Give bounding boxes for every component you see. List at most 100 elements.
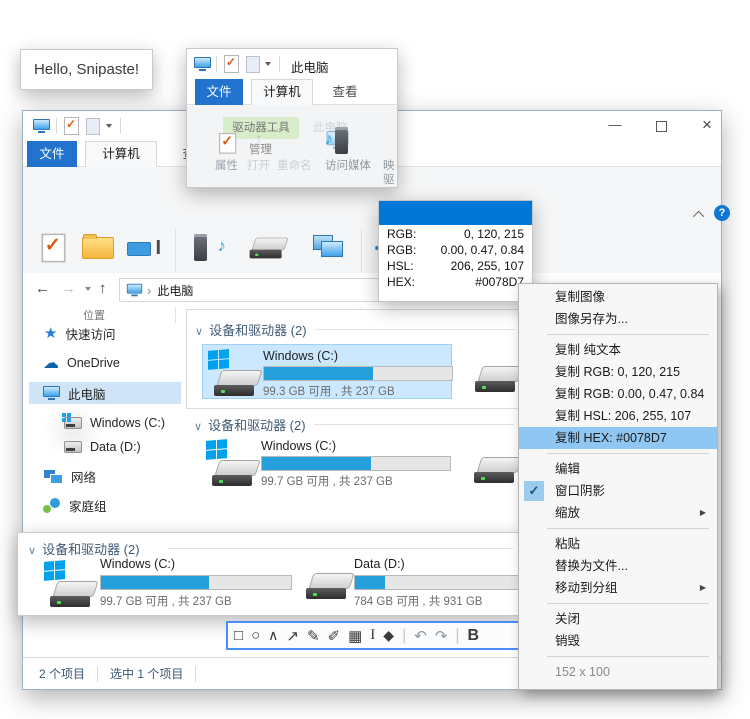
sidebar-item-onedrive[interactable]: ☁ OneDrive	[23, 352, 187, 374]
menu-separator	[547, 453, 709, 454]
back-icon[interactable]: ←	[35, 280, 50, 297]
menu-item-copy-plain-text[interactable]: 复制 纯文本	[519, 339, 717, 361]
ghost-open-label: 打开	[247, 157, 270, 173]
checkmark-icon: ✓	[524, 481, 544, 501]
menu-item-window-shadow[interactable]: ✓窗口阴影	[519, 480, 717, 502]
drive-tile-data-d[interactable]: Data (D:) 784 GB 可用 , 共 931 GB	[302, 555, 523, 613]
drive-usage-bar	[354, 575, 523, 590]
minimize-button[interactable]: —	[599, 111, 631, 141]
ghost-properties-label: 属性	[215, 157, 238, 173]
properties-qat-icon	[224, 55, 239, 78]
sidebar-label: Windows (C:)	[90, 416, 165, 430]
menu-item-copy-hsl[interactable]: 复制 HSL: 206, 255, 107	[519, 405, 717, 427]
menu-item-edit[interactable]: 编辑	[519, 458, 717, 480]
color-rows: RGB:0, 120, 215 RGB:0.00, 0.47, 0.84 HSL…	[379, 226, 532, 300]
menu-separator	[547, 656, 709, 657]
collapse-chevron-icon: ∨	[28, 545, 36, 557]
sidebar-item-data-d[interactable]: Data (D:)	[23, 436, 187, 458]
redo-icon[interactable]: ↷	[435, 627, 448, 645]
status-divider-2	[195, 666, 196, 682]
menu-item-destroy[interactable]: 销毁	[519, 630, 717, 652]
top-snip-window[interactable]: 此电脑 文件 计算机 查看 驱动器工具 管理 此电脑 ↑ 属性 打开 重命名 ♪…	[186, 48, 398, 188]
sidebar-item-homegroup[interactable]: 家庭组	[23, 494, 187, 516]
section-rule	[315, 329, 515, 330]
tab-file[interactable]: 文件	[27, 141, 77, 167]
help-icon[interactable]: ?	[714, 205, 730, 221]
sidebar-item-network[interactable]: 网络	[23, 465, 187, 487]
mosaic-tool-icon[interactable]: ▦	[348, 627, 362, 645]
menu-item-copy-hex[interactable]: 复制 HEX: #0078D7	[519, 427, 717, 449]
menu-separator	[547, 528, 709, 529]
toolbar-divider-2: |	[455, 627, 459, 645]
bottom-snip-window[interactable]: ∨设备和驱动器 (2) Windows (C:) 99.7 GB 可用 , 共 …	[17, 532, 524, 616]
sidebar-label: 快速访问	[65, 324, 115, 343]
section-header[interactable]: ∨设备和驱动器 (2)	[194, 415, 306, 434]
marker-tool-icon[interactable]: ✐	[328, 627, 341, 645]
sidebar-item-quick-access[interactable]: ★ 快速访问	[23, 322, 187, 344]
arrow-tool-icon[interactable]: ↗	[286, 627, 299, 645]
eraser-tool-icon[interactable]: ◆	[383, 627, 394, 644]
data-drive-icon	[475, 366, 521, 392]
sidebar-item-windows-c[interactable]: Windows (C:)	[23, 412, 187, 434]
menu-item-copy-rgb-float[interactable]: 复制 RGB: 0.00, 0.47, 0.84	[519, 383, 717, 405]
drive-tile-windows-c[interactable]: Windows (C:) 99.7 GB 可用 , 共 237 GB	[201, 435, 451, 490]
sidebar-label: OneDrive	[67, 356, 120, 370]
status-divider	[97, 666, 98, 682]
rename-icon: I	[127, 236, 163, 260]
up-icon[interactable]: ↑	[99, 280, 107, 297]
close-button[interactable]: ×	[691, 111, 723, 141]
submenu-arrow-icon: ▶	[700, 502, 706, 524]
hello-snip[interactable]: Hello, Snipaste!	[20, 49, 153, 90]
qat-divider	[56, 118, 57, 134]
color-row-rgb: RGB:0, 120, 215	[379, 226, 532, 242]
ellipse-tool-icon[interactable]: ○	[251, 627, 260, 644]
menu-item-zoom[interactable]: 缩放▶	[519, 502, 717, 524]
data-drive-icon	[474, 457, 520, 483]
menu-item-copy-rgb[interactable]: 复制 RGB: 0, 120, 215	[519, 361, 717, 383]
ghost-up-arrow-icon: ↑	[255, 131, 263, 149]
history-dropdown-icon[interactable]	[85, 287, 91, 291]
color-row-hex: HEX:#0078D7	[379, 274, 532, 290]
menu-item-replace-with-file[interactable]: 替换为文件...	[519, 555, 717, 577]
windows-drive-icon	[206, 440, 258, 486]
item-count: 2 个项目	[39, 665, 85, 682]
collapse-ribbon-icon[interactable]	[693, 211, 704, 222]
quick-access-star-icon: ★	[44, 324, 57, 342]
color-swatch	[379, 201, 532, 225]
onedrive-cloud-icon: ☁	[43, 353, 59, 373]
polyline-tool-icon[interactable]: ∧	[268, 627, 278, 644]
menu-item-paste[interactable]: 粘贴	[519, 533, 717, 555]
new-folder-qat-icon[interactable]	[86, 118, 100, 140]
sidebar-item-this-pc[interactable]: 此电脑	[29, 382, 181, 404]
drive-detail: 99.7 GB 可用 , 共 237 GB	[261, 473, 393, 489]
access-media-icon: ♪	[192, 234, 226, 262]
menu-item-close[interactable]: 关闭	[519, 608, 717, 630]
section-rule	[168, 548, 513, 549]
homegroup-icon	[43, 498, 61, 513]
clipped-tool-icon[interactable]: B	[468, 627, 480, 645]
drive-tile-windows-c[interactable]: Windows (C:) 99.7 GB 可用 , 共 237 GB	[38, 555, 298, 613]
drive-tile-windows-c[interactable]: Windows (C:) 99.3 GB 可用 , 共 237 GB	[202, 344, 452, 399]
tab-computer[interactable]: 计算机	[85, 141, 157, 167]
color-row-rgb-float: RGB:0.00, 0.47, 0.84	[379, 242, 532, 258]
pencil-tool-icon[interactable]: ✎	[307, 627, 320, 645]
forward-icon[interactable]: →	[61, 280, 76, 297]
maximize-button[interactable]	[645, 111, 677, 141]
menu-item-move-to-group[interactable]: 移动到分组▶	[519, 577, 717, 599]
devices-section-a: ∨设备和驱动器 (2) Windows (C:) 99.3 GB 可用 , 共 …	[186, 309, 542, 409]
text-tool-icon[interactable]: I	[370, 627, 375, 644]
snipaste-toolbar: □ ○ ∧ ↗ ✎ ✐ ▦ I ◆ | ↶ ↷ | B	[226, 621, 520, 650]
windows-drive-icon	[208, 350, 260, 396]
menu-item-copy-image[interactable]: 复制图像	[519, 286, 717, 308]
sidebar-label: Data (D:)	[90, 440, 141, 454]
undo-icon[interactable]: ↶	[414, 627, 427, 645]
rectangle-tool-icon[interactable]: □	[234, 627, 243, 644]
menu-item-save-image-as[interactable]: 图像另存为...	[519, 308, 717, 330]
add-network-location-icon	[311, 235, 345, 261]
properties-qat-icon[interactable]	[64, 117, 79, 140]
qat-dropdown-icon[interactable]	[106, 124, 112, 128]
properties-icon	[219, 133, 234, 156]
breadcrumb-this-pc[interactable]: 此电脑	[157, 282, 193, 299]
sidebar-label: 此电脑	[68, 384, 106, 403]
section-header[interactable]: ∨设备和驱动器 (2)	[195, 320, 307, 339]
